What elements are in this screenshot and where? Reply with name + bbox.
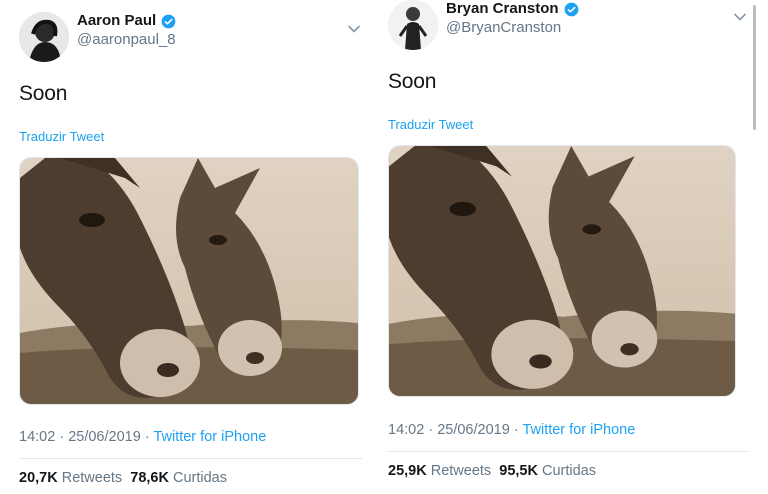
avatar-aaron-paul[interactable] — [19, 12, 69, 62]
scrollbar[interactable] — [753, 5, 756, 130]
tweet-photo[interactable] — [388, 145, 736, 397]
tweet-source-link[interactable]: Twitter for iPhone — [522, 422, 635, 438]
verified-badge-icon — [564, 2, 579, 17]
user-handle[interactable]: @BryanCranston — [446, 19, 579, 38]
likes-count: 78,6K — [130, 470, 169, 486]
translate-tweet-link[interactable]: Traduzir Tweet — [388, 117, 748, 132]
likes-count: 95,5K — [499, 463, 538, 479]
tweet-header: Bryan Cranston @BryanCranston — [388, 0, 748, 50]
tweet-card-left: Aaron Paul @aaronpaul_8 Soon Traduzir Tw… — [0, 0, 378, 494]
likes-label: Curtidas — [541, 463, 596, 479]
display-name[interactable]: Aaron Paul — [77, 12, 156, 31]
divider — [388, 451, 748, 452]
name-row: Aaron Paul — [77, 12, 176, 31]
tweet-text: Soon — [388, 70, 437, 93]
tweet-time[interactable]: 14:02 — [19, 429, 55, 445]
tweet-text: Soon — [19, 82, 68, 105]
avatar-bryan-cranston[interactable] — [388, 0, 438, 50]
retweets-stat[interactable]: 25,9K Retweets — [388, 463, 491, 479]
verified-badge-icon — [161, 14, 176, 29]
separator-dot: · — [513, 422, 519, 438]
tweet-source-link[interactable]: Twitter for iPhone — [153, 429, 266, 445]
retweets-label: Retweets — [61, 470, 123, 486]
tweet-date[interactable]: 25/06/2019 — [437, 422, 510, 438]
donkeys-photo — [20, 158, 358, 404]
retweets-stat[interactable]: 20,7K Retweets — [19, 470, 122, 486]
author-info: Bryan Cranston @BryanCranston — [446, 0, 579, 38]
chevron-down-icon[interactable] — [732, 10, 748, 22]
divider — [19, 458, 362, 459]
retweets-count: 20,7K — [19, 470, 58, 486]
tweet-card-right: Bryan Cranston @BryanCranston Soon Tradu… — [378, 0, 768, 494]
separator-dot: · — [428, 422, 434, 438]
likes-stat[interactable]: 78,6K Curtidas — [130, 470, 227, 486]
author-info: Aaron Paul @aaronpaul_8 — [77, 12, 176, 50]
likes-stat[interactable]: 95,5K Curtidas — [499, 463, 596, 479]
tweet-metadata: 14:02 · 25/06/2019 · Twitter for iPhone — [388, 422, 748, 438]
tweet-date[interactable]: 25/06/2019 — [68, 429, 141, 445]
translate-tweet-link[interactable]: Traduzir Tweet — [19, 129, 362, 144]
retweets-label: Retweets — [430, 463, 492, 479]
user-handle[interactable]: @aaronpaul_8 — [77, 31, 176, 50]
tweet-photo[interactable] — [19, 157, 359, 405]
name-row: Bryan Cranston — [446, 0, 579, 19]
donkeys-photo — [389, 146, 735, 396]
tweet-time[interactable]: 14:02 — [388, 422, 424, 438]
likes-label: Curtidas — [172, 470, 227, 486]
separator-dot: · — [144, 429, 150, 445]
tweet-header: Aaron Paul @aaronpaul_8 — [19, 12, 362, 62]
retweets-count: 25,9K — [388, 463, 427, 479]
display-name[interactable]: Bryan Cranston — [446, 0, 559, 19]
tweet-metadata: 14:02 · 25/06/2019 · Twitter for iPhone — [19, 429, 362, 445]
tweet-stats: 20,7K Retweets 78,6K Curtidas — [19, 470, 362, 486]
tweet-comparison: Aaron Paul @aaronpaul_8 Soon Traduzir Tw… — [0, 0, 768, 494]
separator-dot: · — [59, 429, 65, 445]
chevron-down-icon[interactable] — [346, 22, 362, 34]
tweet-stats: 25,9K Retweets 95,5K Curtidas — [388, 463, 748, 479]
